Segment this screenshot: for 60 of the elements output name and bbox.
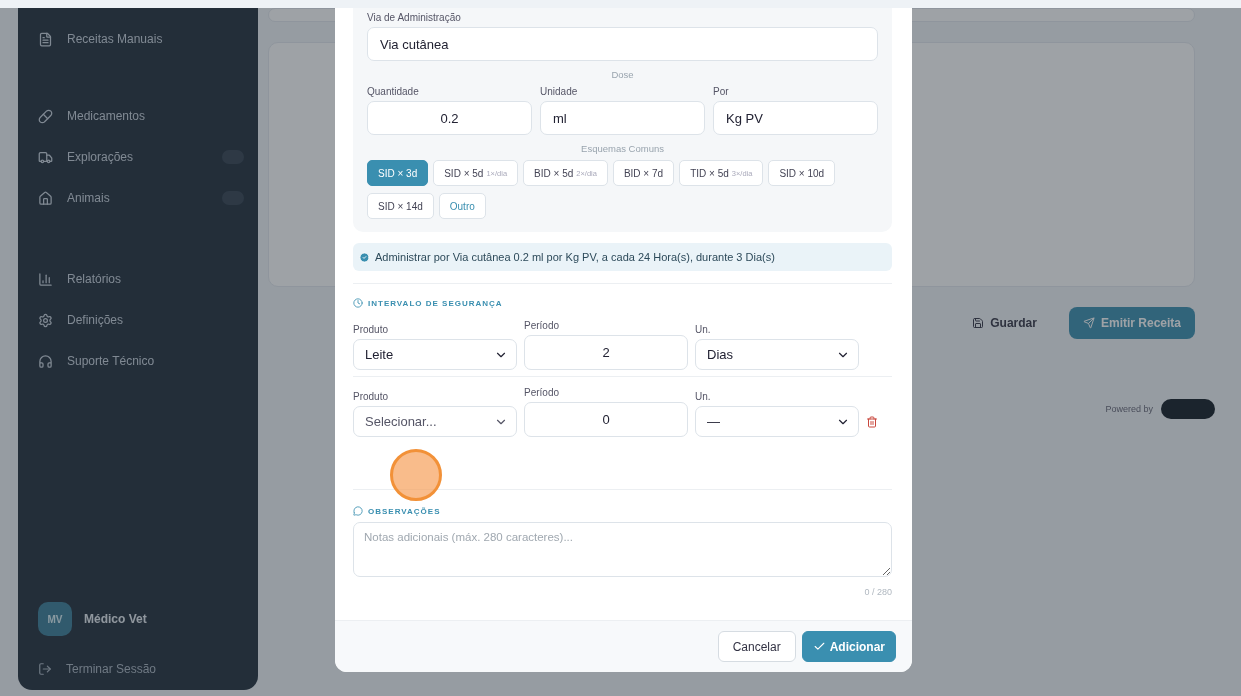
section-title: INTERVALO DE SEGURANÇA — [368, 298, 503, 308]
sidebar-item[interactable]: Medicamentos — [38, 99, 244, 133]
nav-icon — [38, 312, 53, 328]
scheme-chip[interactable]: SID × 14d — [367, 193, 434, 219]
dose-heading: Dose — [610, 69, 635, 80]
nav-icon — [38, 108, 53, 124]
unit-select[interactable]: Dias — [695, 339, 859, 370]
save-icon — [972, 317, 985, 329]
unit-select[interactable]: — — [695, 406, 859, 437]
field-label: Período — [524, 387, 561, 398]
field-label: Unidade — [540, 86, 579, 97]
sidebar-item[interactable]: Animais — [38, 181, 244, 215]
period-field[interactable]: 2 — [524, 335, 688, 370]
nav-icon — [38, 271, 53, 287]
field-label: Por — [713, 86, 730, 97]
brand-logo — [1161, 399, 1215, 419]
cancel-button[interactable]: Cancelar — [717, 631, 796, 662]
char-counter: 0 / 280 — [863, 587, 892, 597]
save-button[interactable]: Guardar — [958, 307, 1051, 339]
user-avatar: MV — [38, 602, 72, 636]
notes-field[interactable]: Notas adicionais (máx. 280 caracteres)... — [353, 522, 892, 577]
comment-icon — [353, 506, 363, 516]
period-field[interactable]: 0 — [524, 402, 688, 437]
check-icon — [812, 640, 826, 653]
check-circle-icon — [359, 251, 370, 263]
clock-icon — [353, 298, 363, 308]
scheme-chip[interactable]: SID × 10d — [768, 160, 836, 186]
field-label: Un. — [695, 391, 712, 402]
field-label: Período — [524, 320, 561, 331]
section-title: OBSERVAÇÕES — [368, 506, 441, 516]
scheme-chip[interactable]: Outro — [438, 193, 486, 219]
product-select[interactable]: Leite — [353, 339, 517, 370]
nav-icon — [38, 31, 53, 47]
sidebar-item[interactable]: Relatórios — [38, 262, 244, 296]
field-label: Quantidade — [367, 86, 420, 97]
nav-icon — [38, 190, 53, 206]
nav-icon — [38, 149, 53, 165]
logout-icon — [38, 662, 52, 676]
summary-text: Administrar por Via cutânea 0.2 ml por Kg PV, a cada 24 Hora(s), durante 3 Dia(s) — [375, 251, 775, 263]
nav-icon — [38, 353, 53, 369]
sidebar-item[interactable]: Explorações — [38, 140, 244, 174]
send-icon — [1082, 317, 1095, 329]
user-name: Médico Vet — [84, 612, 147, 626]
product-select[interactable]: Selecionar... — [353, 406, 517, 437]
field-label: Via de Administração — [367, 12, 462, 23]
field-label: Un. — [695, 324, 712, 335]
sidebar-item[interactable]: Definições — [38, 303, 244, 337]
route-field[interactable]: Via cutânea — [367, 27, 878, 61]
scheme-chip[interactable]: BID × 7d — [612, 160, 675, 186]
add-button[interactable]: Adicionar — [801, 631, 896, 662]
field-label: Produto — [353, 324, 390, 335]
field-label: Produto — [353, 391, 390, 402]
schemes-heading: Esquemas Comuns — [580, 143, 665, 154]
scheme-chip[interactable]: SID × 3d — [367, 160, 429, 186]
sidebar-item[interactable]: Receitas Manuais — [38, 22, 244, 56]
input-field[interactable]: Kg PV — [713, 101, 878, 135]
sidebar-item[interactable]: Suporte Técnico — [38, 344, 244, 378]
input-field[interactable]: 0.2 — [367, 101, 532, 135]
powered-by-text: Powered by — [1105, 404, 1153, 414]
input-field[interactable]: ml — [540, 101, 705, 135]
